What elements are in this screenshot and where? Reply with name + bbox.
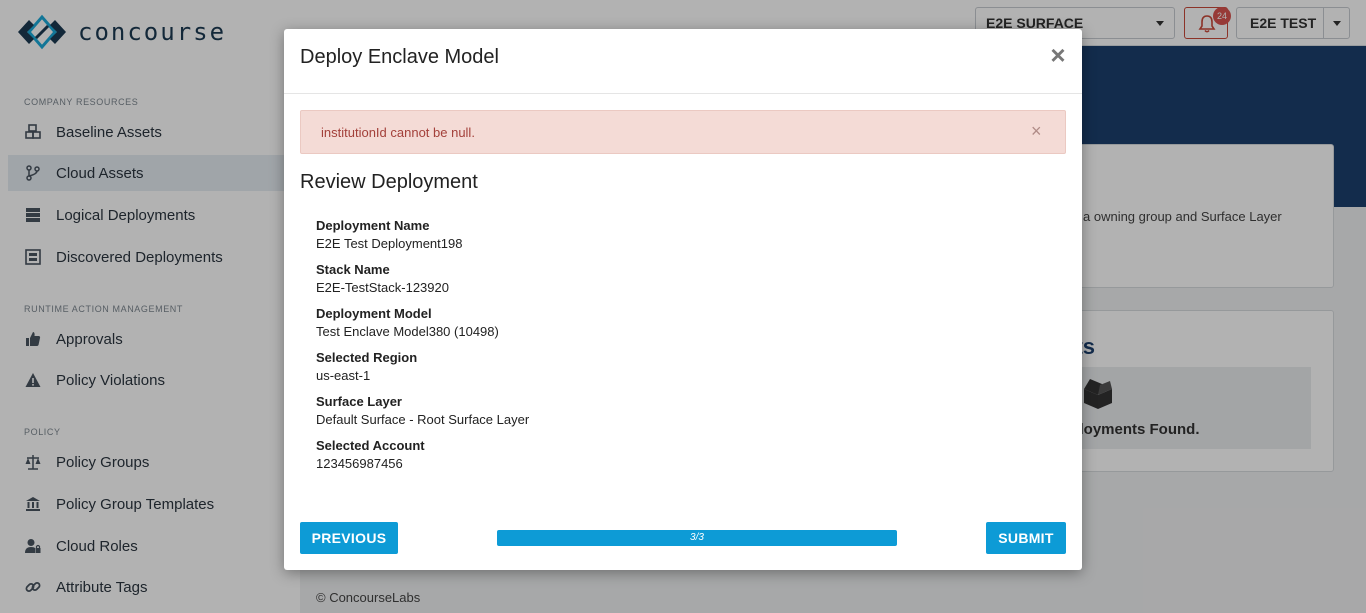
field-value: 123456987456 (316, 456, 403, 471)
field-label: Selected Account (316, 438, 425, 453)
field-stack-name: Stack Name E2E-TestStack-123920 (316, 262, 449, 298)
field-selected-account: Selected Account 123456987456 (316, 438, 425, 474)
field-label: Surface Layer (316, 394, 402, 409)
field-label: Deployment Name (316, 218, 430, 233)
field-value: E2E Test Deployment198 (316, 236, 463, 251)
field-deployment-model: Deployment Model Test Enclave Model380 (… (316, 306, 499, 342)
error-alert-text: institutionId cannot be null. (321, 125, 475, 140)
wizard-progress-label: 3/3 (690, 532, 704, 543)
field-selected-region: Selected Region us-east-1 (316, 350, 417, 386)
field-value: Test Enclave Model380 (10498) (316, 324, 499, 339)
deploy-modal: Deploy Enclave Model × institutionId can… (284, 29, 1082, 570)
wizard-progress-bar: 3/3 (497, 530, 897, 546)
error-alert: institutionId cannot be null. × (300, 110, 1066, 154)
submit-button[interactable]: SUBMIT (986, 522, 1066, 554)
previous-button[interactable]: PREVIOUS (300, 522, 398, 554)
field-label: Stack Name (316, 262, 390, 277)
field-deployment-name: Deployment Name E2E Test Deployment198 (316, 218, 462, 254)
field-label: Deployment Model (316, 306, 432, 321)
field-label: Selected Region (316, 350, 418, 365)
field-value: us-east-1 (316, 368, 371, 383)
field-value: Default Surface - Root Surface Layer (316, 412, 530, 427)
field-value: E2E-TestStack-123920 (316, 280, 449, 295)
field-surface-layer: Surface Layer Default Surface - Root Sur… (316, 394, 529, 430)
close-icon[interactable]: × (1046, 41, 1070, 69)
modal-header: Deploy Enclave Model × (284, 29, 1082, 94)
review-section-title: Review Deployment (300, 171, 478, 193)
alert-close-icon[interactable]: × (1031, 121, 1042, 142)
modal-title: Deploy Enclave Model (300, 46, 499, 68)
